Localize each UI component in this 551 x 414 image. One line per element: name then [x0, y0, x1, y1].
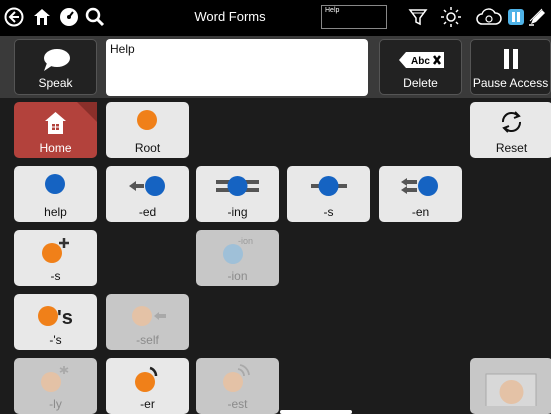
- filter-icon[interactable]: [407, 6, 429, 28]
- search-icon[interactable]: [84, 6, 106, 28]
- suffix-ion-cell[interactable]: -ion -ion: [196, 230, 279, 286]
- word-forms-app: Word Forms Help Speak Help Abc Delete Pa…: [0, 0, 551, 414]
- message-bar: Speak Help Abc Delete Pause Access: [0, 36, 551, 98]
- ion-icon: -ion: [223, 236, 253, 264]
- empty-slot-icon: [485, 373, 537, 406]
- page-title: Word Forms: [194, 9, 266, 24]
- cloud-sync-icon[interactable]: [476, 6, 502, 28]
- possessive-icon: 's: [38, 306, 73, 328]
- suffix-ly-cell[interactable]: -ly: [14, 358, 97, 414]
- home-cell[interactable]: Home: [14, 102, 97, 158]
- suffix-est-cell[interactable]: -est: [196, 358, 279, 414]
- progressive-icon: [216, 176, 259, 196]
- edit-icon[interactable]: [527, 6, 549, 28]
- orange-dot-icon: [137, 110, 157, 130]
- suffix-er-label: -er: [140, 397, 155, 411]
- suffix-ly-label: -ly: [49, 397, 62, 411]
- top-toolbar: Word Forms Help: [0, 0, 551, 36]
- suffix-en-label: -en: [411, 205, 430, 219]
- pause-access-button[interactable]: Pause Access: [470, 39, 551, 95]
- delete-key-icon: Abc: [399, 52, 444, 68]
- blue-dot-icon: [45, 174, 65, 194]
- suffix-s-plural-label: -s: [50, 269, 61, 283]
- suffix-en-cell[interactable]: -en: [379, 166, 462, 222]
- suffix-ion-glyph: -ion: [238, 236, 253, 246]
- message-window[interactable]: Help: [106, 39, 368, 96]
- speak-button[interactable]: Speak: [14, 39, 97, 95]
- word-help-label: help: [44, 205, 67, 219]
- suffix-self-label: -self: [136, 333, 159, 347]
- gauge-icon[interactable]: [58, 6, 80, 28]
- delete-label: Delete: [403, 76, 438, 90]
- superlative-icon: [223, 364, 250, 392]
- suffix-ed-cell[interactable]: -ed: [106, 166, 189, 222]
- back-icon[interactable]: [3, 6, 25, 28]
- suffix-s-verb-cell[interactable]: -s: [287, 166, 370, 222]
- suffix-ing-cell[interactable]: -ing: [196, 166, 279, 222]
- word-help-cell[interactable]: help: [14, 166, 97, 222]
- reset-cell[interactable]: Reset: [470, 102, 551, 158]
- speech-bubble-icon: [44, 49, 70, 71]
- plural-icon: [42, 238, 69, 263]
- speak-label: Speak: [38, 76, 73, 90]
- pause-access-label: Pause Access: [472, 76, 549, 90]
- suffix-s-verb-label: -s: [323, 205, 334, 219]
- pause-icon[interactable]: [505, 6, 527, 28]
- home-icon[interactable]: [31, 6, 53, 28]
- suffix-ed-label: -ed: [138, 205, 157, 219]
- unused-cell[interactable]: [470, 358, 551, 414]
- brightness-icon[interactable]: [440, 6, 462, 28]
- suffix-possessive-label: -'s: [49, 333, 62, 347]
- present-icon: [311, 176, 347, 196]
- suffix-self-cell[interactable]: -self: [106, 294, 189, 350]
- past-tense-icon: [129, 176, 165, 196]
- reset-icon: [502, 111, 521, 133]
- suffix-est-label: -est: [227, 397, 248, 411]
- suffix-ing-label: -ing: [227, 205, 248, 219]
- suffix-possessive-glyph: 's: [57, 307, 73, 328]
- suffix-possessive-cell[interactable]: 's -'s: [14, 294, 97, 350]
- home-label: Home: [39, 141, 72, 155]
- delete-key-text: Abc: [411, 56, 430, 67]
- delete-button[interactable]: Abc Delete: [379, 39, 462, 95]
- home-indicator: [280, 410, 352, 414]
- pause-icon: [504, 49, 518, 69]
- home-icon: [45, 112, 66, 134]
- adverb-icon: [41, 366, 69, 392]
- reset-label: Reset: [495, 141, 528, 155]
- suffix-er-cell[interactable]: -er: [106, 358, 189, 414]
- suffix-s-plural-cell[interactable]: -s: [14, 230, 97, 286]
- root-cell[interactable]: Root: [106, 102, 189, 158]
- comparative-icon: [135, 366, 158, 392]
- root-label: Root: [134, 141, 161, 155]
- suffix-ion-label: -ion: [227, 269, 248, 283]
- past-participle-icon: [401, 176, 438, 196]
- search-input[interactable]: Help: [321, 5, 387, 29]
- reflexive-icon: [132, 306, 166, 326]
